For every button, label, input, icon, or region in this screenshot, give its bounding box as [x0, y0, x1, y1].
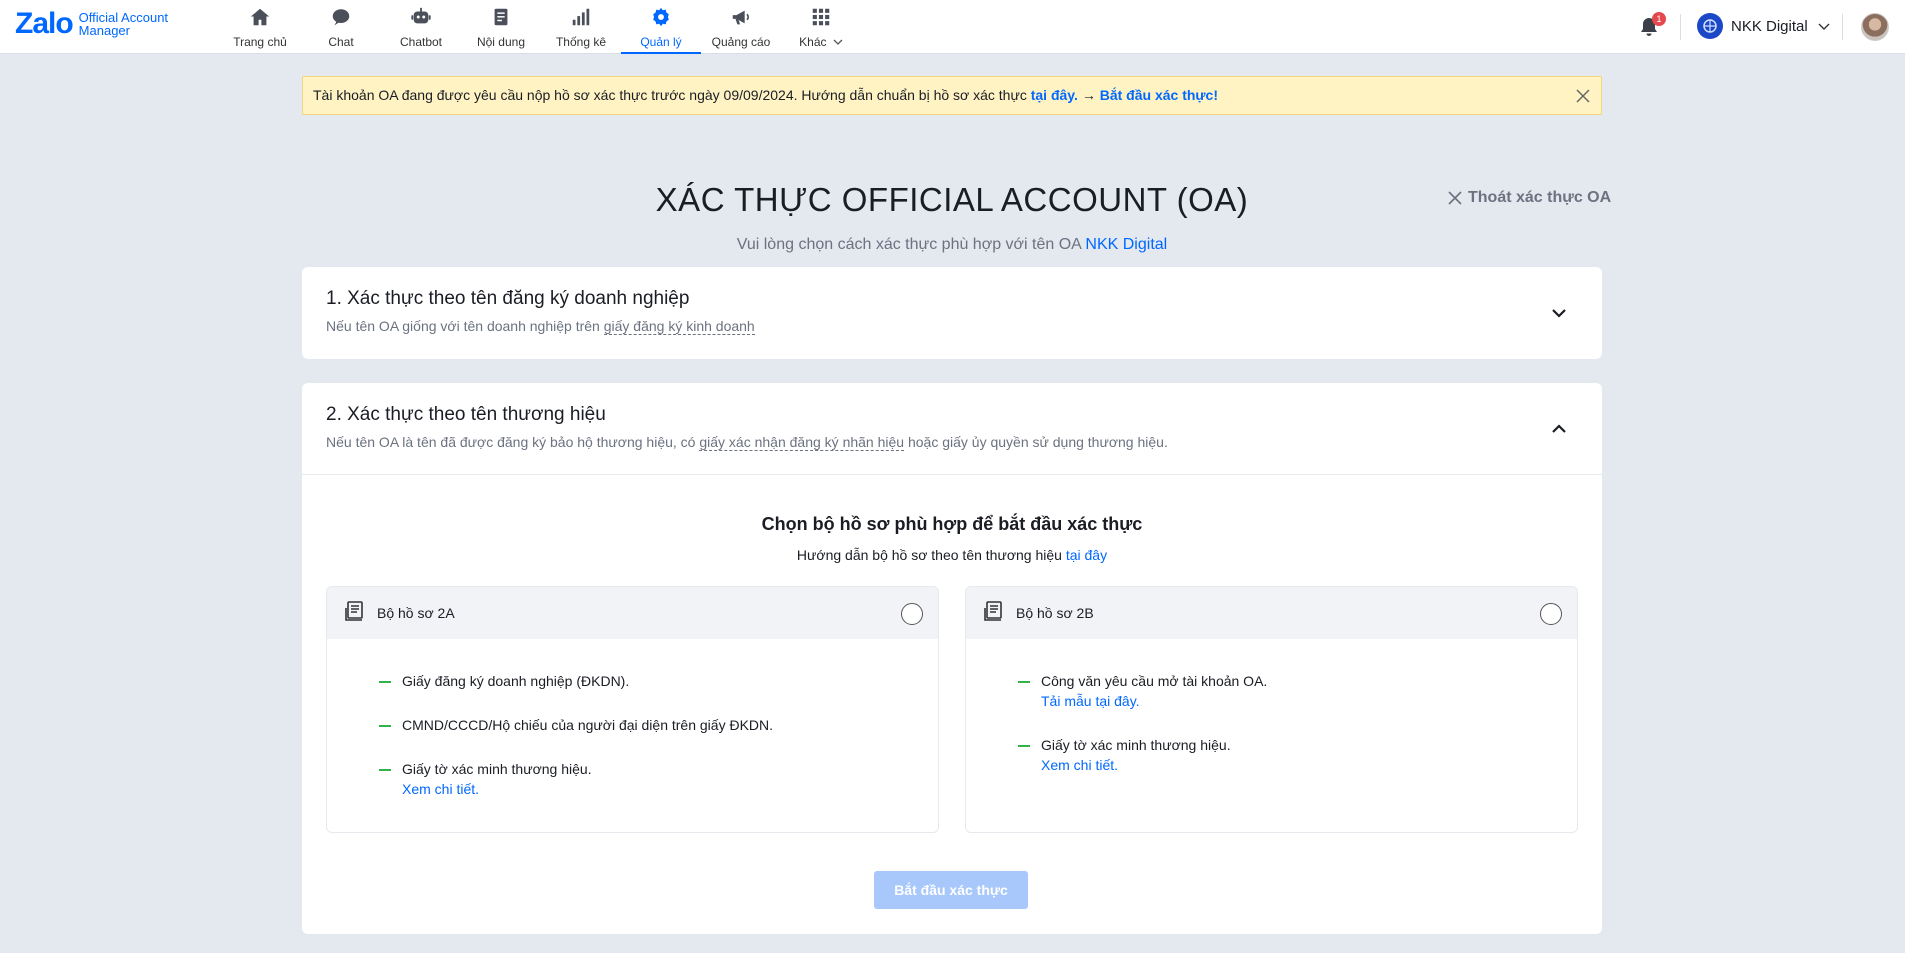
notice-arrow: → — [1077, 87, 1100, 103]
list-item: Giấy đăng ký doanh nghiệp (ĐKDN). — [379, 671, 773, 691]
nav-more-text: Khác — [799, 35, 827, 49]
topbar-divider — [1842, 14, 1843, 40]
nav-chatbot[interactable]: Chatbot — [381, 0, 461, 54]
close-icon — [1448, 191, 1462, 205]
method2-desc-text: Nếu tên OA là tên đã được đăng ký bảo hộ… — [326, 434, 700, 450]
chevron-down-icon — [1818, 23, 1830, 30]
nav-statistics-label: Thống kê — [555, 35, 607, 49]
list-item: Giấy tờ xác minh thương hiệu. Xem chi tiế… — [1018, 735, 1267, 775]
start-verification-button[interactable]: Bắt đầu xác thực — [874, 871, 1028, 909]
verification-notice-banner: Tài khoản OA đang được yêu cầu nộp hồ sơ… — [302, 76, 1602, 115]
logo-subtitle: Official Account Manager — [79, 11, 168, 37]
close-icon[interactable] — [1575, 88, 1591, 104]
dossier-option-2b-radio[interactable] — [1540, 603, 1562, 625]
robot-icon — [411, 7, 431, 24]
dossier-guide-link[interactable]: tại đây — [1066, 547, 1107, 563]
method1-description: Nếu tên OA giống với tên doanh nghiệp tr… — [326, 317, 755, 335]
oa-name-highlight: NKK Digital — [1085, 236, 1168, 253]
logo-wordmark: Zalo — [15, 7, 74, 40]
choose-dossier-subtitle: Hướng dẫn bộ hồ sơ theo tên thương hiệu … — [302, 547, 1602, 563]
nav-management[interactable]: Quản lý — [621, 0, 701, 54]
nav-ads-label: Quảng cáo — [711, 35, 771, 49]
dossier-2a-requirements: Giấy đăng ký doanh nghiệp (ĐKDN). CMND/C… — [379, 671, 773, 823]
method-business-name-card[interactable]: 1. Xác thực theo tên đăng ký doanh nghiệ… — [302, 267, 1602, 359]
method2-description: Nếu tên OA là tên đã được đăng ký bảo hộ… — [326, 433, 1168, 451]
view-details-link[interactable]: Xem chi tiết. — [402, 779, 773, 799]
document-icon — [494, 8, 508, 26]
oa-avatar — [1697, 13, 1723, 39]
choose-dossier-title: Chọn bộ hồ sơ phù hợp để bắt đầu xác thự… — [761, 514, 1143, 534]
page-subtitle-text: Vui lòng chọn cách xác thực phù hợp với … — [736, 236, 1086, 253]
trademark-certificate-term[interactable]: giấy xác nhận đăng ký nhãn hiệu — [699, 434, 905, 451]
dossier-option-2b-name: Bộ hồ sơ 2B — [1016, 605, 1094, 621]
account-switcher[interactable]: NKK Digital — [1697, 13, 1831, 39]
page-subtitle: Vui lòng chọn cách xác thực phù hợp với … — [302, 236, 1602, 254]
requirement-text: Giấy đăng ký doanh nghiệp (ĐKDN). — [402, 673, 630, 689]
dossier-option-2b-header[interactable]: Bộ hồ sơ 2B — [966, 587, 1577, 639]
method2-desc-suffix: hoặc giấy ủy quyền sử dụng thương hiệu. — [904, 434, 1168, 450]
dossier-option-2a[interactable]: Bộ hồ sơ 2A Giấy đăng ký doanh nghiệp (Đ… — [326, 586, 939, 833]
document-stack-icon — [345, 601, 363, 621]
requirement-text: Giấy tờ xác minh thương hiệu. — [402, 761, 592, 777]
business-license-term[interactable]: giấy đăng ký kinh doanh — [603, 318, 755, 335]
chevron-down-icon — [833, 39, 843, 45]
nav-home[interactable]: Trang chủ — [219, 0, 301, 54]
chevron-down-icon[interactable] — [1550, 304, 1568, 322]
nav-ads[interactable]: Quảng cáo — [701, 0, 781, 54]
oa-logo-icon — [1703, 19, 1717, 33]
method-brand-name-card: 2. Xác thực theo tên thương hiệu Nếu tên… — [302, 383, 1602, 934]
list-item: Công văn yêu cầu mở tài khoản OA. Tải mẫu… — [1018, 671, 1267, 711]
nav-chat-label: Chat — [328, 35, 354, 49]
dossier-2b-requirements: Công văn yêu cầu mở tài khoản OA. Tải mẫu… — [1018, 671, 1267, 799]
nav-chatbot-label: Chatbot — [399, 35, 443, 49]
exit-verification-label: Thoát xác thực OA — [1468, 189, 1612, 206]
list-item: CMND/CCCD/Hộ chiếu của người đại diện tr… — [379, 715, 773, 735]
notice-guide-link[interactable]: tại đây. — [1031, 87, 1078, 103]
notice-start-link[interactable]: Bắt đầu xác thực! — [1100, 87, 1218, 103]
download-template-link[interactable]: Tải mẫu tại đây. — [1041, 691, 1267, 711]
notice-text: Tài khoản OA đang được yêu cầu nộp hồ sơ… — [313, 87, 1031, 103]
list-item: Giấy tờ xác minh thương hiệu. Xem chi tiế… — [379, 759, 773, 799]
nav-statistics[interactable]: Thống kê — [541, 0, 621, 54]
gear-icon — [653, 7, 669, 27]
grid-icon — [812, 8, 830, 26]
nav-content[interactable]: Nội dung — [461, 0, 541, 54]
bar-chart-icon — [572, 8, 590, 26]
method1-title: 1. Xác thực theo tên đăng ký doanh nghiệ… — [326, 288, 690, 309]
dossier-option-2a-name: Bộ hồ sơ 2A — [377, 605, 455, 621]
method1-desc-text: Nếu tên OA giống với tên doanh nghiệp tr… — [326, 318, 604, 334]
nav-content-label: Nội dung — [476, 35, 526, 49]
logo-subtitle-line2: Manager — [78, 23, 130, 38]
nav-more-label: Khác — [781, 35, 861, 49]
choose-dossier-subtitle-text: Hướng dẫn bộ hồ sơ theo tên thương hiệu — [796, 547, 1066, 563]
main-nav: Trang chủ Chat Chatbot Nội dung Thống kê… — [219, 0, 861, 54]
nav-home-label: Trang chủ — [233, 35, 287, 49]
megaphone-icon — [732, 10, 750, 25]
chat-icon — [332, 9, 350, 26]
dossier-option-2a-header[interactable]: Bộ hồ sơ 2A — [327, 587, 938, 639]
user-avatar[interactable] — [1861, 13, 1889, 41]
requirement-text: CMND/CCCD/Hộ chiếu của người đại diện tr… — [402, 717, 774, 733]
topbar-divider — [1680, 14, 1681, 40]
chevron-up-icon[interactable] — [1550, 420, 1568, 438]
dossier-option-2b[interactable]: Bộ hồ sơ 2B Công văn yêu cầu mở tài khoả… — [965, 586, 1578, 833]
account-name: NKK Digital — [1731, 17, 1808, 35]
exit-verification-button[interactable]: Thoát xác thực OA — [1448, 189, 1611, 207]
method2-title: 2. Xác thực theo tên thương hiệu — [326, 404, 606, 425]
requirement-text: Công văn yêu cầu mở tài khoản OA. — [1041, 673, 1268, 689]
notification-count-badge: 1 — [1652, 12, 1666, 26]
nav-chat[interactable]: Chat — [301, 0, 381, 54]
page-title: XÁC THỰC OFFICIAL ACCOUNT (OA) — [655, 181, 1249, 218]
top-navigation-bar: Zalo Official Account Manager Trang chủ … — [0, 0, 1905, 54]
nav-management-label: Quản lý — [640, 35, 682, 49]
home-icon — [250, 8, 270, 26]
card-divider — [302, 474, 1602, 475]
requirement-text: Giấy tờ xác minh thương hiệu. — [1041, 737, 1231, 753]
view-details-link[interactable]: Xem chi tiết. — [1041, 755, 1267, 775]
zalo-oa-logo[interactable]: Zalo Official Account Manager — [15, 9, 168, 39]
nav-more[interactable]: Khác — [781, 0, 861, 54]
document-stack-icon — [984, 601, 1002, 621]
dossier-option-2a-radio[interactable] — [901, 603, 923, 625]
